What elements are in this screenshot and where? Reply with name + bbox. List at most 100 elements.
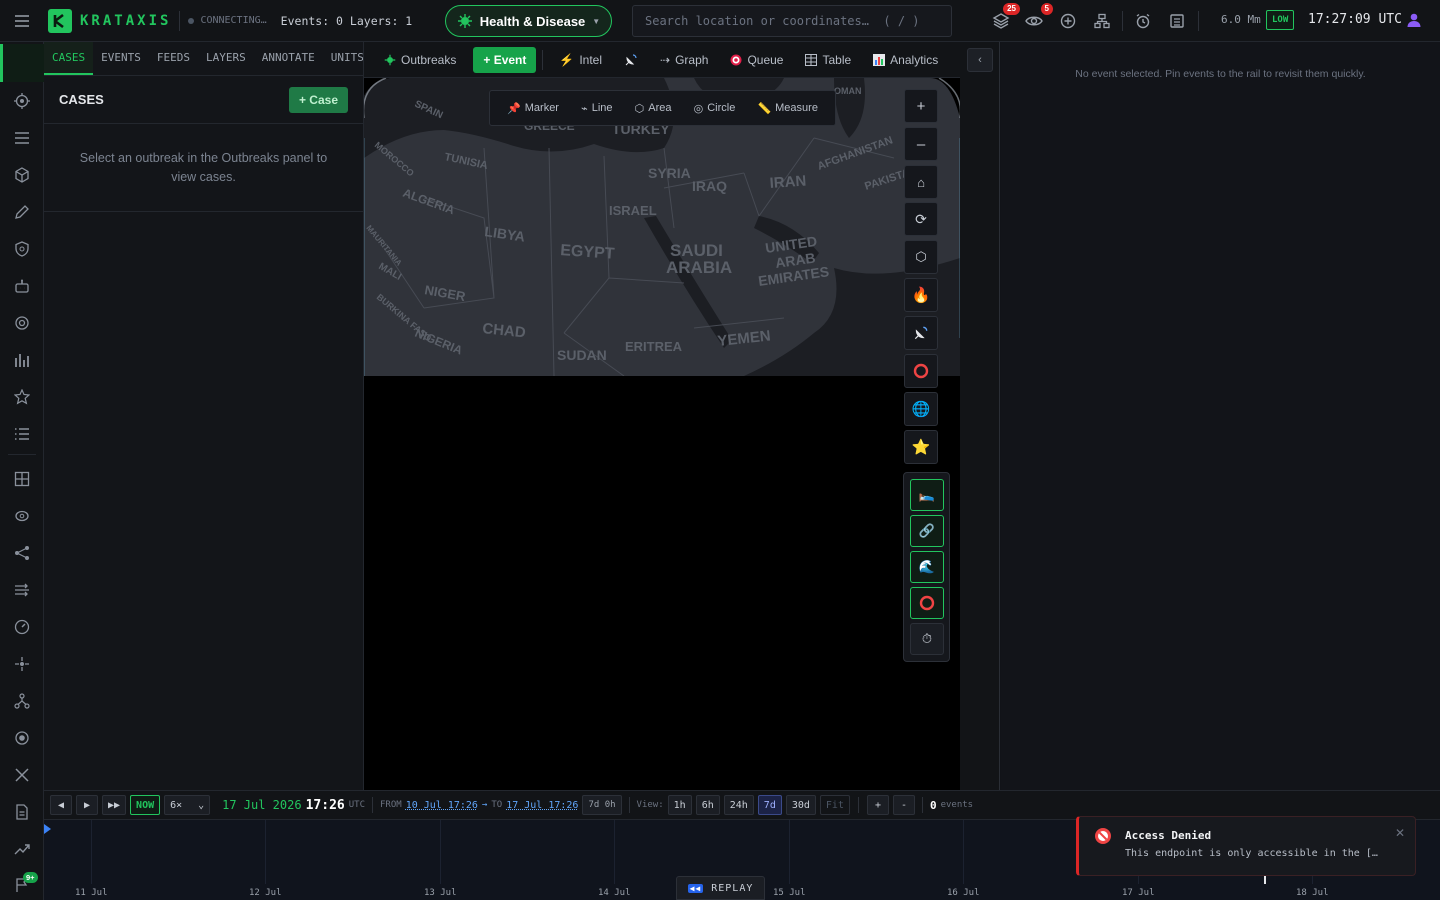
checklist-icon[interactable] bbox=[0, 419, 44, 449]
view-fit-button[interactable]: Fit bbox=[819, 795, 850, 815]
line-tool-button[interactable]: ⌁ Line bbox=[581, 102, 612, 115]
layer-toggle-ring[interactable] bbox=[910, 587, 944, 619]
empty-event-message: No event selected. Pin events to the rai… bbox=[1075, 68, 1366, 80]
alarm-button[interactable] bbox=[1130, 8, 1156, 34]
flag-icon[interactable]: 9+ bbox=[0, 870, 44, 900]
layer-toggle-beds[interactable]: 🛌 bbox=[910, 479, 944, 511]
add-button[interactable] bbox=[1055, 8, 1081, 34]
tab-units[interactable]: UNITS bbox=[323, 42, 363, 75]
tab-layers[interactable]: LAYERS bbox=[198, 42, 254, 75]
watch-button[interactable]: 5 bbox=[1021, 3, 1053, 34]
network-button[interactable] bbox=[1089, 8, 1115, 34]
add-event-button[interactable]: + Event bbox=[473, 46, 537, 73]
map-canvas[interactable]: SPAIN GREECE TURKEY TUNISIA MOROCCO ALGE… bbox=[364, 78, 960, 790]
view-24h-button[interactable]: 24h bbox=[723, 795, 754, 815]
app-logo[interactable]: KRATAXIS bbox=[48, 8, 171, 33]
robot-icon[interactable] bbox=[0, 271, 44, 301]
satellite-icon[interactable] bbox=[0, 649, 44, 679]
target-icon[interactable] bbox=[0, 86, 44, 116]
circle-tool-button[interactable]: ◎ Circle bbox=[694, 102, 736, 115]
tab-cases[interactable]: CASES bbox=[44, 42, 94, 75]
bar-chart-icon[interactable] bbox=[0, 345, 44, 375]
left-rail: 9+ bbox=[0, 42, 44, 900]
list-icon[interactable] bbox=[0, 123, 44, 153]
replay-button[interactable]: ◀◀ REPLAY bbox=[676, 876, 765, 900]
view-6h-button[interactable]: 6h bbox=[695, 795, 720, 815]
timeline-zoom-out-button[interactable]: - bbox=[892, 795, 915, 815]
share-icon[interactable] bbox=[0, 538, 44, 568]
marker-tool-button[interactable]: 📌 Marker bbox=[507, 102, 559, 115]
graph-button[interactable]: ⇢ Graph bbox=[649, 53, 719, 67]
layer-toggle-timer[interactable]: ⏱ bbox=[910, 623, 944, 655]
pencil-icon[interactable] bbox=[0, 197, 44, 227]
favorites-button[interactable]: ⭐ bbox=[904, 430, 938, 464]
ring-button[interactable] bbox=[904, 354, 938, 388]
view-7d-button[interactable]: 7d bbox=[757, 795, 782, 815]
playhead-start-marker[interactable] bbox=[44, 824, 51, 834]
star-icon[interactable] bbox=[0, 382, 44, 412]
layers-button[interactable]: 25 bbox=[988, 3, 1020, 34]
measure-tool-button[interactable]: 📏 Measure bbox=[757, 102, 818, 115]
panel-header: CASES + Case bbox=[44, 76, 363, 124]
satellite-button[interactable] bbox=[904, 316, 938, 350]
home-icon: ⌂ bbox=[917, 174, 925, 190]
area-tool-button[interactable]: ⬡ Area bbox=[635, 102, 672, 115]
branch-icon[interactable] bbox=[0, 686, 44, 716]
from-date-field[interactable]: 10 Jul 17:26 bbox=[406, 800, 478, 811]
flow-icon[interactable] bbox=[0, 575, 44, 605]
step-back-button[interactable]: ◀ bbox=[50, 795, 72, 815]
analytics-button[interactable]: Analytics bbox=[862, 53, 949, 67]
globe-map[interactable]: SPAIN GREECE TURKEY TUNISIA MOROCCO ALGE… bbox=[364, 78, 960, 790]
map-label: OMAN bbox=[834, 86, 862, 96]
speed-select[interactable]: 6× ⌄ bbox=[164, 795, 211, 815]
satellite-dish-button[interactable] bbox=[613, 53, 649, 67]
home-button[interactable]: ⌂ bbox=[904, 165, 938, 199]
domain-selector-button[interactable]: Health & Disease ▼ bbox=[445, 5, 612, 37]
intel-button[interactable]: ⚡ Intel bbox=[543, 53, 613, 67]
file-icon[interactable] bbox=[0, 797, 44, 827]
tab-feeds[interactable]: FEEDS bbox=[149, 42, 198, 75]
record-icon[interactable] bbox=[0, 723, 44, 753]
wave-icon: 🌊 bbox=[918, 559, 936, 574]
zoom-in-button[interactable]: + bbox=[904, 89, 938, 123]
view-30d-button[interactable]: 30d bbox=[785, 795, 816, 815]
map-label: SYRIA bbox=[648, 165, 691, 181]
link-rings-icon[interactable] bbox=[0, 501, 44, 531]
queue-button[interactable]: Queue bbox=[719, 53, 794, 67]
heatmap-button[interactable]: 🔥 bbox=[904, 278, 938, 312]
close-icon[interactable]: ✕ bbox=[1395, 826, 1405, 840]
user-icon[interactable] bbox=[1406, 12, 1422, 28]
outbreaks-button[interactable]: Outbreaks bbox=[364, 53, 467, 67]
grid-icon[interactable] bbox=[0, 464, 44, 494]
rail-active-item[interactable] bbox=[0, 44, 44, 82]
add-case-button[interactable]: + Case bbox=[288, 86, 348, 113]
menu-icon[interactable] bbox=[0, 0, 44, 42]
threat-level-badge[interactable]: LOW bbox=[1266, 10, 1295, 30]
chevron-left-icon: ‹ bbox=[978, 54, 982, 66]
shield-icon[interactable] bbox=[0, 234, 44, 264]
tab-annotate[interactable]: ANNOTATE bbox=[254, 42, 323, 75]
trending-icon[interactable] bbox=[0, 834, 44, 864]
layer-toggle-links[interactable]: 🔗 bbox=[910, 515, 944, 547]
projection-button[interactable]: ⬡ bbox=[904, 240, 938, 274]
globe-button[interactable]: 🌐 bbox=[904, 392, 938, 426]
layer-toggle-wave[interactable]: 🌊 bbox=[910, 551, 944, 583]
divider bbox=[1198, 11, 1199, 31]
crosshair-icon[interactable] bbox=[0, 308, 44, 338]
zoom-out-button[interactable]: – bbox=[904, 127, 938, 161]
tab-events[interactable]: EVENTS bbox=[93, 42, 149, 75]
close-icon[interactable] bbox=[0, 760, 44, 790]
gauge-icon[interactable] bbox=[0, 612, 44, 642]
now-button[interactable]: NOW bbox=[130, 795, 161, 815]
play-button[interactable]: ▶ bbox=[76, 795, 98, 815]
cube-icon[interactable] bbox=[0, 160, 44, 190]
fast-forward-button[interactable]: ▶▶ bbox=[102, 795, 127, 815]
search-input[interactable] bbox=[632, 5, 952, 37]
collapse-panel-button[interactable]: ‹ bbox=[967, 48, 993, 72]
table-button[interactable]: Table bbox=[794, 53, 862, 67]
rotate-button[interactable]: ⟳ bbox=[904, 202, 938, 236]
report-button[interactable] bbox=[1164, 8, 1190, 34]
to-date-field[interactable]: 17 Jul 17:26 bbox=[506, 800, 578, 811]
timeline-zoom-in-button[interactable]: + bbox=[866, 795, 889, 815]
view-1h-button[interactable]: 1h bbox=[667, 795, 692, 815]
